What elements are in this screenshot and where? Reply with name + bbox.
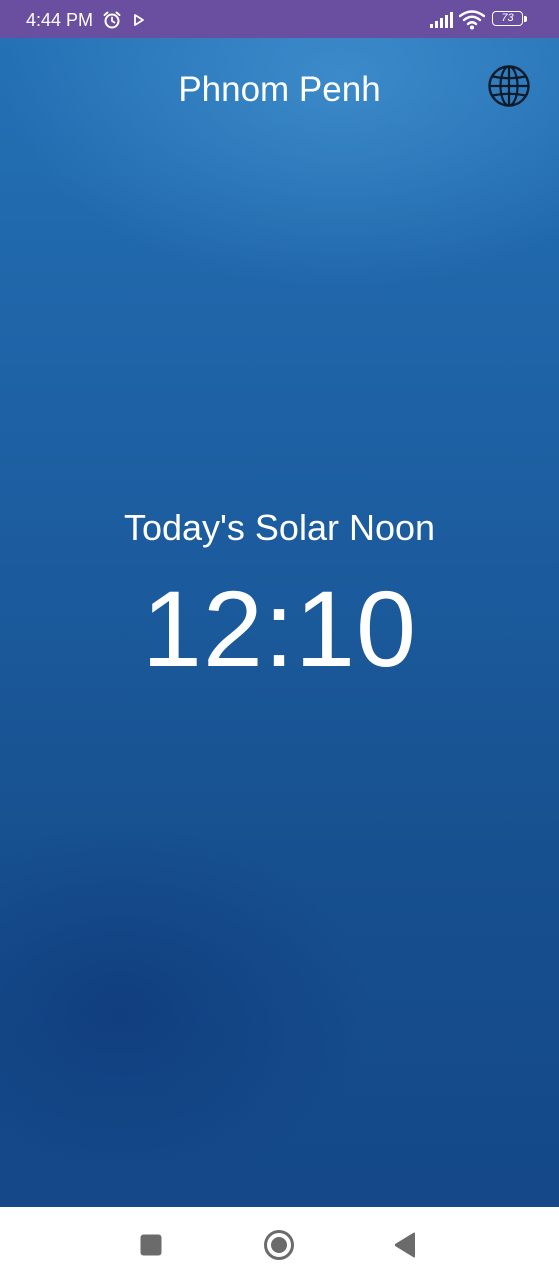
globe-button[interactable] (486, 63, 532, 109)
recents-button[interactable] (135, 1229, 167, 1261)
city-title: Phnom Penh (178, 70, 381, 109)
recents-square-icon (140, 1234, 162, 1256)
globe-icon (488, 65, 530, 107)
navigation-bar (0, 1207, 559, 1280)
solar-noon-label: Today's Solar Noon (123, 507, 436, 548)
status-bar: 4:44 PM 73 (0, 0, 559, 38)
battery-tip (524, 16, 527, 22)
status-time: 4:44 PM (26, 10, 94, 30)
home-circle-icon (264, 1230, 294, 1260)
signal-icon (430, 12, 453, 28)
back-triangle-icon (394, 1232, 415, 1258)
play-icon (134, 14, 144, 26)
alarm-icon (103, 11, 121, 29)
battery-icon: 73 (492, 11, 528, 28)
wifi-icon (459, 10, 485, 30)
screen: 4:44 PM 73 Phnom Penh Today's Solar Noon… (0, 0, 559, 1280)
home-button[interactable] (263, 1229, 295, 1261)
app-background: Phnom Penh Today's Solar Noon 12:10 (0, 38, 559, 1207)
back-button[interactable] (389, 1229, 421, 1261)
battery-level: 73 (501, 12, 514, 24)
solar-noon-time: 12:10 (141, 568, 418, 689)
